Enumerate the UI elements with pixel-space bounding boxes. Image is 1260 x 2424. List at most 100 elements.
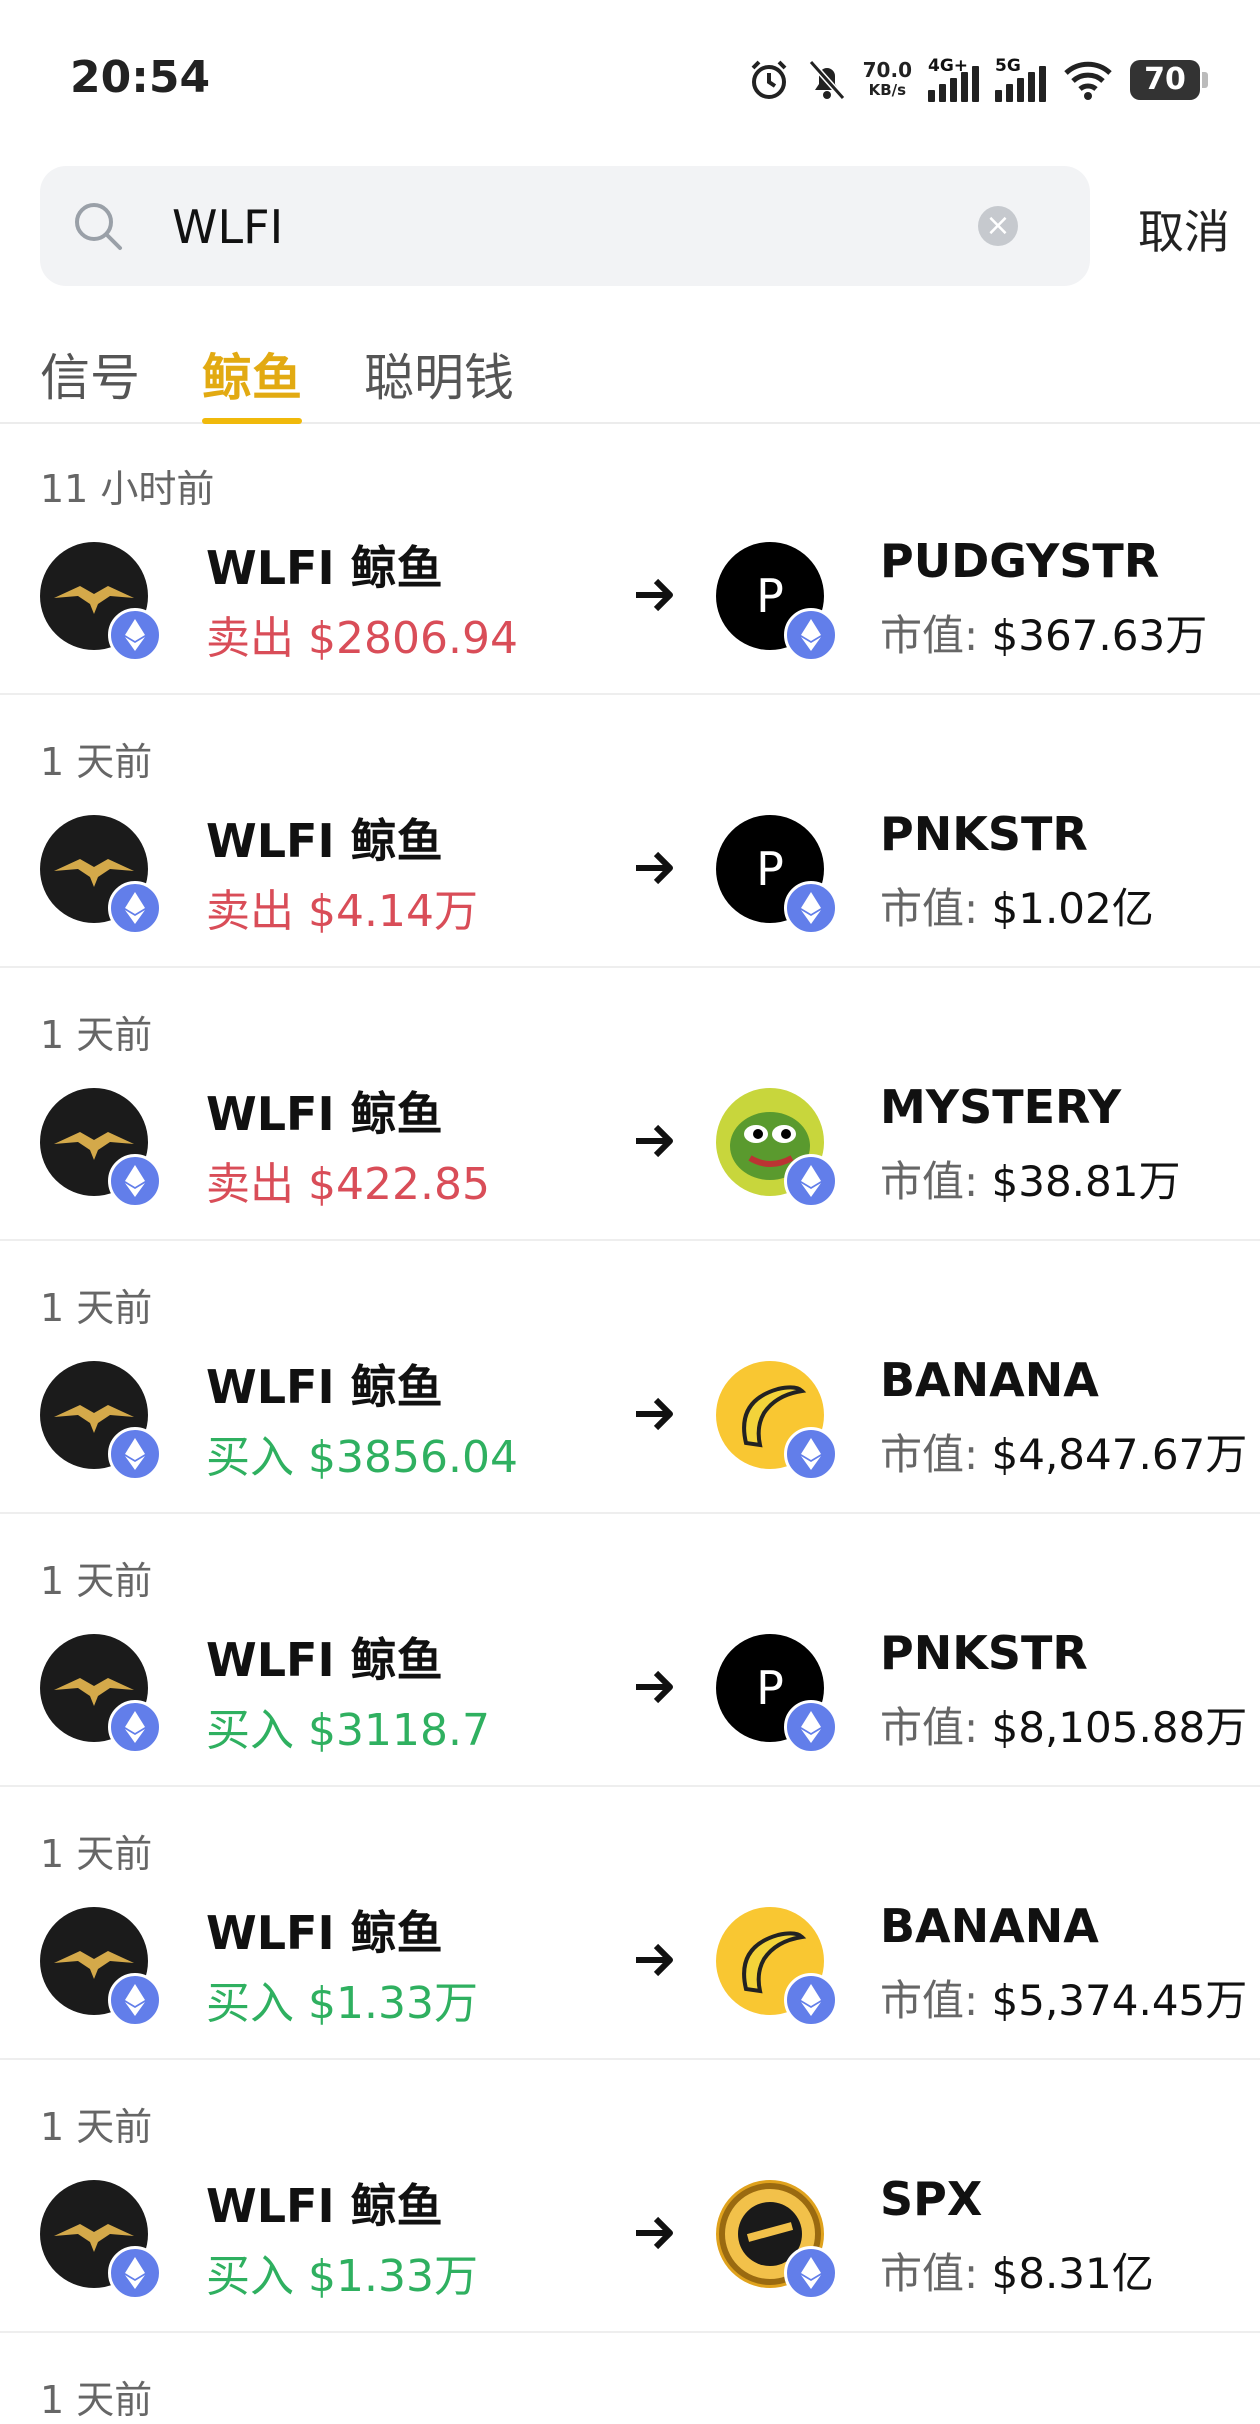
trade-action: 买入: [206, 1705, 294, 1756]
tab-bar: 信号 鲸鱼 聪明钱: [0, 330, 1260, 424]
market-cap-value: $8,105.88万: [991, 1703, 1248, 1752]
whale-name: WLFI 鲸鱼: [206, 1360, 443, 1414]
trade-info: 买入 $3118.7: [206, 1694, 490, 1758]
ethereum-chain-icon: [108, 2246, 162, 2300]
arrow-right-icon: [636, 1397, 673, 1431]
market-cap-value: $8.31亿: [991, 2249, 1154, 2298]
signal-5g-label: 5G: [995, 56, 1021, 76]
list-item[interactable]: 1 天前 WLFI 鲸鱼 买入 $1.33万 SPX 市值: $8.31亿: [0, 2060, 1260, 2333]
signal-4g-icon: 4G+: [928, 56, 979, 102]
time-ago: 11 小时前: [40, 467, 215, 511]
ethereum-chain-icon: [784, 2246, 838, 2300]
market-cap: 市值: $38.81万: [880, 1148, 1180, 1209]
whale-name: WLFI 鲸鱼: [206, 541, 443, 595]
market-cap-label: 市值:: [880, 611, 979, 660]
tab-whales[interactable]: 鲸鱼: [202, 338, 302, 424]
time-ago: 1 天前: [40, 2378, 153, 2422]
trade-action: 买入: [206, 1978, 294, 2029]
list-item[interactable]: 11 小时前 WLFI 鲸鱼 卖出 $2806.94 P PUDGYSTR 市值…: [0, 422, 1260, 695]
market-cap-label: 市值:: [880, 1703, 979, 1752]
market-cap-value: $5,374.45万: [991, 1976, 1248, 2025]
status-icons: 70.0 KB/s 4G+ 5G 70: [747, 52, 1208, 108]
trade-action: 买入: [206, 1432, 294, 1483]
search-icon: [75, 203, 122, 250]
ethereum-chain-icon: [784, 1427, 838, 1481]
token-name: BANANA: [880, 1899, 1099, 1953]
market-cap-label: 市值:: [880, 1157, 979, 1206]
search-input[interactable]: [170, 192, 954, 262]
market-cap-label: 市值:: [880, 1976, 979, 2025]
ethereum-chain-icon: [784, 881, 838, 935]
trade-amount: $4.14万: [308, 886, 478, 937]
whale-name: WLFI 鲸鱼: [206, 1087, 443, 1141]
battery-icon: 70: [1130, 60, 1208, 100]
ethereum-chain-icon: [108, 608, 162, 662]
market-cap: 市值: $5,374.45万: [880, 1967, 1247, 2028]
trade-info: 卖出 $2806.94: [206, 602, 518, 666]
arrow-right-icon: [636, 2216, 673, 2250]
market-cap-value: $367.63万: [991, 611, 1208, 660]
market-cap-label: 市值:: [880, 1430, 979, 1479]
token-name: PNKSTR: [880, 1626, 1088, 1680]
market-cap: 市值: $1.02亿: [880, 875, 1154, 936]
market-cap-label: 市值:: [880, 884, 979, 933]
ethereum-chain-icon: [108, 1427, 162, 1481]
time-ago: 1 天前: [40, 1559, 153, 1603]
cancel-button[interactable]: 取消: [1138, 196, 1230, 262]
trade-info: 买入 $1.33万: [206, 1967, 478, 2031]
arrow-right-icon: [636, 1124, 673, 1158]
network-speed: 70.0 KB/s: [863, 60, 912, 100]
signal-5g-icon: 5G: [995, 56, 1046, 102]
whale-name: WLFI 鲸鱼: [206, 1633, 443, 1687]
search-row: × 取消: [40, 166, 1230, 288]
trade-action: 卖出: [206, 1159, 294, 1210]
list-item[interactable]: 1 天前 WLFI 鲸鱼 买入 $1.33万 BANANA 市值: $5,374…: [0, 1787, 1260, 2060]
market-cap-label: 市值:: [880, 2249, 979, 2298]
arrow-right-icon: [636, 578, 673, 612]
time-ago: 1 天前: [40, 1013, 153, 1057]
time-ago: 1 天前: [40, 2105, 153, 2149]
clock: 20:54: [70, 52, 211, 103]
token-name: SPX: [880, 2172, 983, 2226]
time-ago: 1 天前: [40, 1832, 153, 1876]
net-speed-value: 70.0: [862, 58, 912, 82]
market-cap-value: $4,847.67万: [991, 1430, 1248, 1479]
tab-signals[interactable]: 信号: [40, 338, 140, 410]
trade-info: 卖出 $422.85: [206, 1148, 490, 1212]
token-name: PUDGYSTR: [880, 534, 1160, 588]
arrow-right-icon: [636, 1670, 673, 1704]
market-cap: 市值: $4,847.67万: [880, 1421, 1247, 1482]
list-item[interactable]: 1 天前 WLFI 鲸鱼 卖出 $4.14万 P PNKSTR 市值: $1.0…: [0, 695, 1260, 968]
signal-4g-label: 4G+: [928, 56, 969, 76]
token-name: BANANA: [880, 1353, 1099, 1407]
list-item[interactable]: 1 天前: [0, 2333, 1260, 2422]
trade-action: 买入: [206, 2251, 294, 2302]
trade-amount: $1.33万: [308, 1978, 478, 2029]
tab-smart-money[interactable]: 聪明钱: [364, 338, 514, 410]
arrow-right-icon: [636, 851, 673, 885]
trade-amount: $422.85: [308, 1159, 490, 1210]
list-item[interactable]: 1 天前 WLFI 鲸鱼 卖出 $422.85 MYSTERY 市值: $38.…: [0, 968, 1260, 1241]
time-ago: 1 天前: [40, 740, 153, 784]
trade-action: 卖出: [206, 886, 294, 937]
search-box[interactable]: ×: [40, 166, 1090, 286]
trade-action: 卖出: [206, 613, 294, 664]
time-ago: 1 天前: [40, 1286, 153, 1330]
trade-amount: $3856.04: [308, 1432, 518, 1483]
token-name: PNKSTR: [880, 807, 1088, 861]
whale-name: WLFI 鲸鱼: [206, 814, 443, 868]
arrow-right-icon: [636, 1943, 673, 1977]
clear-icon[interactable]: ×: [978, 206, 1018, 246]
market-cap: 市值: $367.63万: [880, 602, 1207, 663]
list-item[interactable]: 1 天前 WLFI 鲸鱼 买入 $3856.04 BANANA 市值: $4,8…: [0, 1241, 1260, 1514]
ethereum-chain-icon: [784, 1973, 838, 2027]
whale-name: WLFI 鲸鱼: [206, 1906, 443, 1960]
wifi-icon: [1064, 61, 1112, 100]
ethereum-chain-icon: [108, 1154, 162, 1208]
mute-bell-icon: [808, 60, 845, 100]
trade-info: 买入 $3856.04: [206, 1421, 518, 1485]
trade-amount: $2806.94: [308, 613, 518, 664]
list-item[interactable]: 1 天前 WLFI 鲸鱼 买入 $3118.7 P PNKSTR 市值: $8,…: [0, 1514, 1260, 1787]
token-name: MYSTERY: [880, 1080, 1122, 1134]
trade-info: 卖出 $4.14万: [206, 875, 478, 939]
